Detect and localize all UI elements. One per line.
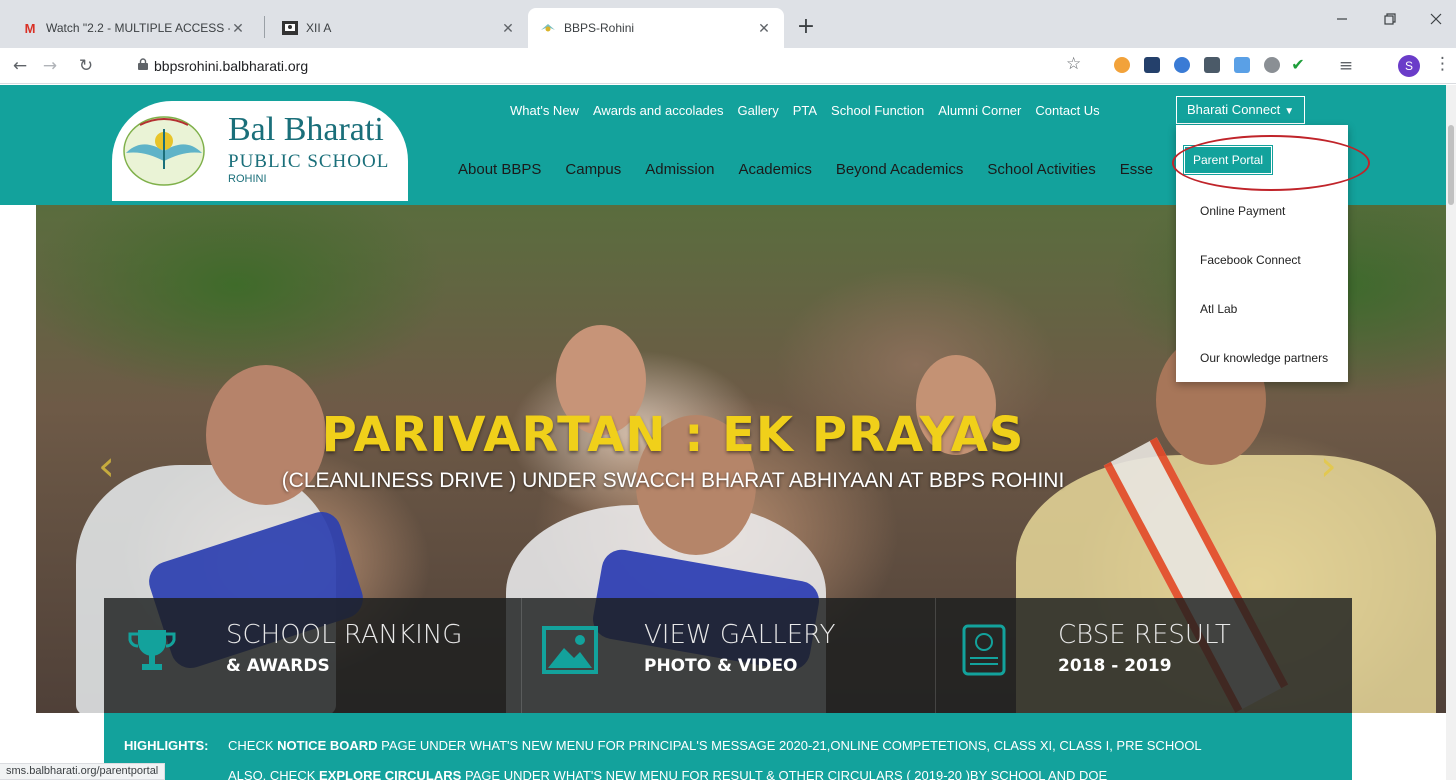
top-nav-item[interactable]: Awards and accolades bbox=[593, 99, 724, 122]
feature-subtitle: & AWARDS bbox=[226, 656, 330, 676]
dropdown-item-facebook-connect[interactable]: Facebook Connect bbox=[1176, 235, 1348, 284]
tab-title: BBPS-Rohini bbox=[564, 21, 635, 35]
dropdown-item-atl-lab[interactable]: Atl Lab bbox=[1176, 284, 1348, 333]
top-nav-item[interactable]: School Function bbox=[831, 99, 924, 122]
highlight-line[interactable]: CHECK NOTICE BOARD PAGE UNDER WHAT'S NEW… bbox=[228, 738, 1202, 753]
highlight-text: PAGE UNDER WHAT'S NEW MENU FOR RESULT & … bbox=[461, 768, 1108, 780]
back-arrow-icon[interactable]: ← bbox=[8, 54, 32, 78]
top-nav: What's New Awards and accolades Gallery … bbox=[510, 99, 1100, 122]
hero-title: PARIVARTAN : EK PRAYAS bbox=[321, 407, 1025, 463]
extension-icon[interactable] bbox=[1114, 57, 1130, 73]
status-bar-url: sms.balbharati.org/parentportal bbox=[0, 763, 166, 780]
dropdown-item-parent-portal[interactable]: Parent Portal bbox=[1176, 135, 1348, 184]
dropdown-item-label: Our knowledge partners bbox=[1200, 350, 1329, 365]
reading-list-icon[interactable]: ≡ bbox=[1334, 54, 1358, 78]
scrollbar-thumb[interactable] bbox=[1448, 125, 1454, 205]
top-nav-item[interactable]: Gallery bbox=[738, 99, 779, 122]
feature-title: CBSE RESULT bbox=[1058, 620, 1231, 650]
slider-prev-icon[interactable]: ‹ bbox=[98, 441, 115, 490]
classroom-icon bbox=[282, 20, 298, 36]
extension-icon[interactable] bbox=[1144, 57, 1160, 73]
profile-avatar[interactable]: S bbox=[1398, 55, 1420, 77]
main-nav-clip: About BBPS Campus Admission Academics Be… bbox=[0, 145, 1176, 205]
logo-name: Bal Bharati bbox=[228, 111, 384, 148]
extension-icon[interactable] bbox=[1264, 57, 1280, 73]
top-nav-item[interactable]: PTA bbox=[793, 99, 817, 122]
minimize-icon[interactable] bbox=[1322, 10, 1362, 29]
trophy-icon bbox=[128, 630, 176, 670]
bharati-connect-label: Bharati Connect bbox=[1187, 102, 1281, 117]
slider-next-icon[interactable]: › bbox=[1320, 441, 1337, 490]
main-nav-item[interactable]: Esse bbox=[1120, 161, 1153, 178]
highlights-ticker: HIGHLIGHTS: CHECK NOTICE BOARD PAGE UNDE… bbox=[104, 713, 1352, 780]
highlights-label: HIGHLIGHTS: bbox=[124, 738, 209, 753]
browser-tab-bar: M Watch "2.2 - MULTIPLE ACCESS - ✕ XII A… bbox=[0, 0, 1456, 48]
restore-icon[interactable] bbox=[1370, 10, 1410, 29]
dropdown-item-online-payment[interactable]: Online Payment bbox=[1176, 186, 1348, 235]
feature-school-ranking[interactable]: SCHOOL RANKING & AWARDS bbox=[104, 598, 518, 714]
dropdown-item-knowledge-partners[interactable]: Our knowledge partners bbox=[1176, 333, 1348, 382]
reload-icon[interactable]: ↻ bbox=[74, 54, 98, 78]
tab-separator bbox=[264, 16, 265, 38]
top-nav-item[interactable]: Alumni Corner bbox=[938, 99, 1021, 122]
feature-view-gallery[interactable]: VIEW GALLERY PHOTO & VIDEO bbox=[521, 598, 935, 714]
highlight-text: PAGE UNDER WHAT'S NEW MENU FOR PRINCIPAL… bbox=[377, 738, 1202, 753]
lock-icon bbox=[138, 58, 148, 70]
main-nav-item[interactable]: Campus bbox=[565, 161, 621, 178]
feature-subtitle: 2018 - 2019 bbox=[1058, 656, 1172, 676]
highlight-text: CHECK bbox=[228, 738, 278, 753]
site-favicon bbox=[540, 20, 556, 36]
dropdown-item-label: Atl Lab bbox=[1200, 301, 1238, 316]
main-nav-item[interactable]: School Activities bbox=[987, 161, 1095, 178]
checkmark-extension-icon[interactable]: ✔ bbox=[1290, 57, 1306, 73]
tab-close-icon[interactable]: ✕ bbox=[500, 20, 516, 37]
caret-down-icon: ▼ bbox=[1284, 106, 1295, 117]
feature-bar: SCHOOL RANKING & AWARDS VIEW GALLERY PHO… bbox=[104, 598, 1352, 714]
new-tab-button[interactable]: + bbox=[792, 14, 820, 39]
address-bar[interactable]: bbpsrohini.balbharati.org bbox=[112, 52, 1112, 80]
gmail-icon: M bbox=[24, 20, 36, 36]
feature-title: VIEW GALLERY bbox=[644, 620, 836, 650]
web-page: Bal Bharati PUBLIC SCHOOL ROHINI What's … bbox=[0, 85, 1446, 780]
bharati-connect-button[interactable]: Bharati Connect ▼ bbox=[1176, 96, 1306, 124]
menu-kebab-icon[interactable]: ⋮ bbox=[1434, 54, 1451, 74]
url-text: bbpsrohini.balbharati.org bbox=[154, 58, 309, 74]
tab-title: XII A bbox=[306, 21, 332, 35]
tab-close-icon[interactable]: ✕ bbox=[756, 20, 772, 37]
gallery-icon bbox=[542, 626, 598, 674]
browser-toolbar: ← → ↻ bbpsrohini.balbharati.org ☆ ✔ ≡ S … bbox=[0, 48, 1456, 84]
forward-arrow-icon[interactable]: → bbox=[38, 54, 62, 78]
dropdown-item-label: Online Payment bbox=[1200, 203, 1286, 218]
dropdown-item-label: Parent Portal bbox=[1182, 144, 1274, 175]
feature-cbse-result[interactable]: CBSE RESULT 2018 - 2019 bbox=[935, 598, 1349, 714]
dropdown-item-label: Facebook Connect bbox=[1200, 252, 1301, 267]
feature-title: SCHOOL RANKING bbox=[226, 620, 463, 650]
tab-title: Watch "2.2 - MULTIPLE ACCESS - bbox=[46, 21, 230, 35]
bharati-connect-dropdown: Parent Portal Online Payment Facebook Co… bbox=[1176, 125, 1348, 382]
extension-icon[interactable] bbox=[1234, 57, 1250, 73]
close-window-icon[interactable] bbox=[1416, 10, 1456, 29]
feature-subtitle: PHOTO & VIDEO bbox=[644, 656, 798, 676]
top-nav-item[interactable]: What's New bbox=[510, 99, 579, 122]
tab-close-icon[interactable]: ✕ bbox=[230, 20, 246, 37]
tab-bbps-rohini[interactable]: BBPS-Rohini ✕ bbox=[528, 8, 784, 48]
main-nav-item[interactable]: About BBPS bbox=[458, 161, 541, 178]
highlight-link[interactable]: EXPLORE CIRCULARS bbox=[319, 768, 461, 780]
tab-classroom[interactable]: XII A ✕ bbox=[270, 8, 528, 48]
highlight-text: ALSO, CHECK bbox=[228, 768, 320, 780]
hero-subtitle: (CLEANLINESS DRIVE ) UNDER SWACCH BHARAT… bbox=[281, 469, 1065, 492]
tab-gmail[interactable]: M Watch "2.2 - MULTIPLE ACCESS - ✕ bbox=[10, 8, 258, 48]
extension-icon[interactable] bbox=[1174, 57, 1190, 73]
highlight-link[interactable]: NOTICE BOARD bbox=[277, 738, 377, 753]
bookmark-star-icon[interactable]: ☆ bbox=[1066, 54, 1081, 74]
main-nav: About BBPS Campus Admission Academics Be… bbox=[458, 161, 1153, 178]
main-nav-item[interactable]: Admission bbox=[645, 161, 714, 178]
extension-icon[interactable] bbox=[1204, 57, 1220, 73]
main-nav-item[interactable]: Beyond Academics bbox=[836, 161, 964, 178]
top-nav-item[interactable]: Contact Us bbox=[1035, 99, 1099, 122]
highlight-line[interactable]: ALSO, CHECK EXPLORE CIRCULARS PAGE UNDER… bbox=[228, 768, 1107, 780]
result-icon bbox=[962, 624, 1006, 676]
main-nav-item[interactable]: Academics bbox=[738, 161, 811, 178]
page-scrollbar[interactable] bbox=[1446, 85, 1456, 780]
